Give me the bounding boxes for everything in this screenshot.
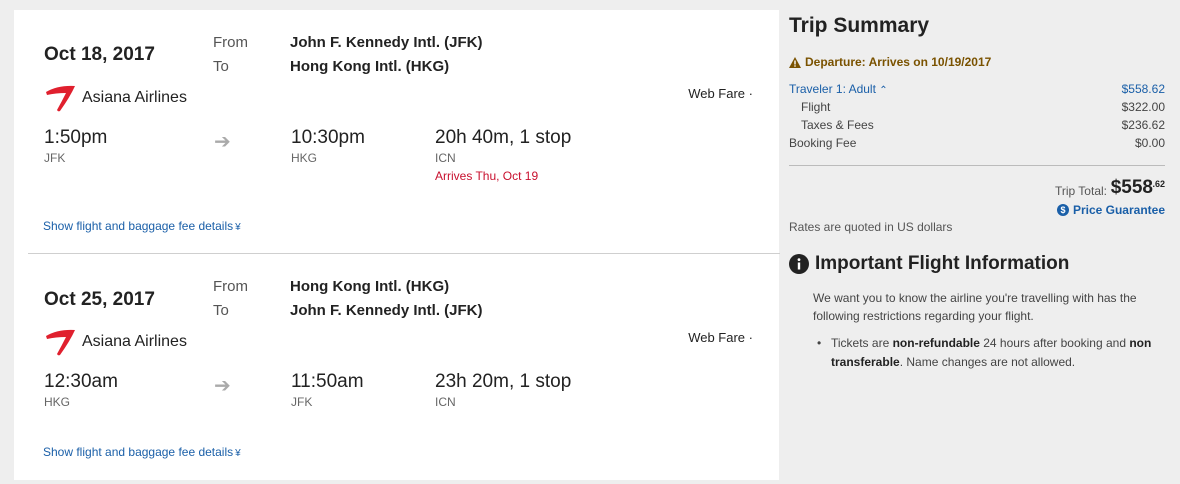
price-guarantee-link[interactable]: $ Price Guarantee	[1056, 203, 1165, 217]
fare-type: Web Fare ·	[688, 330, 753, 345]
bullet-dot-icon: •	[817, 336, 822, 350]
chevron-double-down-icon: ¥	[235, 222, 241, 233]
traveler-row: Traveler 1: Adult ⌃ $558.62	[789, 82, 1165, 96]
to-airport: John F. Kennedy Intl. (JFK)	[290, 302, 483, 319]
asiana-logo-icon	[46, 329, 75, 356]
arrives-note: Arrives Thu, Oct 19	[435, 169, 539, 183]
from-airport: John F. Kennedy Intl. (JFK)	[290, 34, 483, 51]
traveler-toggle[interactable]: Traveler 1: Adult ⌃	[789, 82, 888, 96]
airline-name: Asiana Airlines	[82, 333, 187, 350]
booking-fee-price: $0.00	[1134, 136, 1165, 150]
fare-dot-icon: ·	[748, 86, 753, 101]
booking-fee-row: Booking Fee $0.00	[789, 136, 1165, 150]
airline-name: Asiana Airlines	[82, 89, 187, 106]
traveler-price: $558.62	[1121, 82, 1165, 96]
flight-price: $322.00	[1121, 100, 1165, 114]
stop-code: ICN	[435, 151, 456, 165]
arrive-time: 11:50am	[291, 371, 364, 392]
fare-type: Web Fare ·	[688, 86, 753, 101]
to-airport: Hong Kong Intl. (HKG)	[290, 58, 450, 75]
bullet-non-refundable: non-refundable	[892, 336, 980, 350]
taxes-label: Taxes & Fees	[801, 118, 874, 132]
trip-total-amount: $558	[1110, 177, 1153, 198]
flight-details-link[interactable]: Show flight and baggage fee details ¥	[43, 219, 241, 233]
price-guarantee-label[interactable]: Price Guarantee	[1073, 203, 1165, 217]
flight-leg-outbound: Oct 18, 2017 Asiana Airlines From To Joh…	[14, 10, 779, 254]
chevron-double-down-icon: ¥	[235, 448, 241, 459]
from-label: From	[213, 34, 248, 51]
arrow-right-icon: ➔	[214, 375, 231, 397]
svg-text:$: $	[1060, 205, 1065, 215]
to-label: To	[213, 302, 229, 319]
important-info-title: Important Flight Information	[815, 253, 1070, 274]
dollar-circle-icon: $	[1056, 204, 1069, 216]
flight-details-link[interactable]: Show flight and baggage fee details ¥	[43, 445, 241, 459]
important-info-intro: We want you to know the airline you're t…	[813, 291, 1137, 323]
arrow-right-icon: ➔	[214, 131, 231, 153]
booking-fee-label: Booking Fee	[789, 136, 857, 150]
airline: Asiana Airlines	[44, 83, 187, 113]
depart-time: 12:30am	[44, 371, 118, 392]
leg-date: Oct 18, 2017	[44, 44, 155, 65]
flight-leg-return: Oct 25, 2017 Asiana Airlines From To Hon…	[14, 254, 779, 484]
duration: 20h 40m, 1 stop	[435, 127, 572, 148]
trip-summary-title: Trip Summary	[789, 14, 930, 37]
fare-type-label: Web Fare	[688, 86, 746, 101]
flight-row: Flight $322.00	[789, 100, 1165, 114]
depart-code: JFK	[44, 151, 66, 165]
stop-code: ICN	[435, 395, 456, 409]
flight-results-card: Oct 18, 2017 Asiana Airlines From To Joh…	[14, 10, 780, 480]
flight-details-label[interactable]: Show flight and baggage fee details	[43, 219, 233, 233]
fare-type-label: Web Fare	[688, 330, 746, 345]
trip-total-cents: .62	[1152, 179, 1165, 189]
depart-time: 1:50pm	[44, 127, 108, 148]
restriction-bullet: • Tickets are non-refundable 24 hours af…	[813, 334, 1163, 372]
important-info-heading: Important Flight Information	[789, 253, 1069, 275]
arrive-code: JFK	[291, 395, 313, 409]
fare-dot-icon: ·	[748, 330, 753, 345]
taxes-row: Taxes & Fees $236.62	[789, 118, 1165, 132]
from-airport: Hong Kong Intl. (HKG)	[290, 278, 450, 295]
departure-warning-text: Departure: Arrives on 10/19/2017	[805, 55, 992, 69]
arrive-code: HKG	[291, 151, 318, 165]
asiana-logo-icon	[46, 85, 75, 112]
airline: Asiana Airlines	[44, 327, 187, 357]
bullet-text-mid: 24 hours after booking and	[979, 336, 1130, 350]
trip-total-label: Trip Total:	[1054, 184, 1107, 198]
flight-label: Flight	[801, 100, 831, 114]
to-label: To	[213, 58, 229, 75]
info-icon	[789, 254, 809, 274]
from-label: From	[213, 278, 248, 295]
flight-details-label[interactable]: Show flight and baggage fee details	[43, 445, 233, 459]
arrive-time: 10:30pm	[291, 127, 365, 148]
chevron-double-up-icon: ⌃	[879, 85, 888, 96]
warning-icon	[789, 56, 801, 68]
rates-note: Rates are quoted in US dollars	[789, 220, 953, 234]
taxes-price: $236.62	[1121, 118, 1165, 132]
depart-code: HKG	[44, 395, 71, 409]
summary-divider	[789, 165, 1165, 166]
leg-date: Oct 25, 2017	[44, 289, 155, 310]
departure-warning: Departure: Arrives on 10/19/2017	[789, 55, 991, 69]
bullet-text-post: . Name changes are not allowed.	[899, 355, 1076, 369]
duration: 23h 20m, 1 stop	[435, 371, 572, 392]
bullet-text-pre: Tickets are	[831, 336, 893, 350]
traveler-label[interactable]: Traveler 1: Adult	[789, 82, 876, 96]
